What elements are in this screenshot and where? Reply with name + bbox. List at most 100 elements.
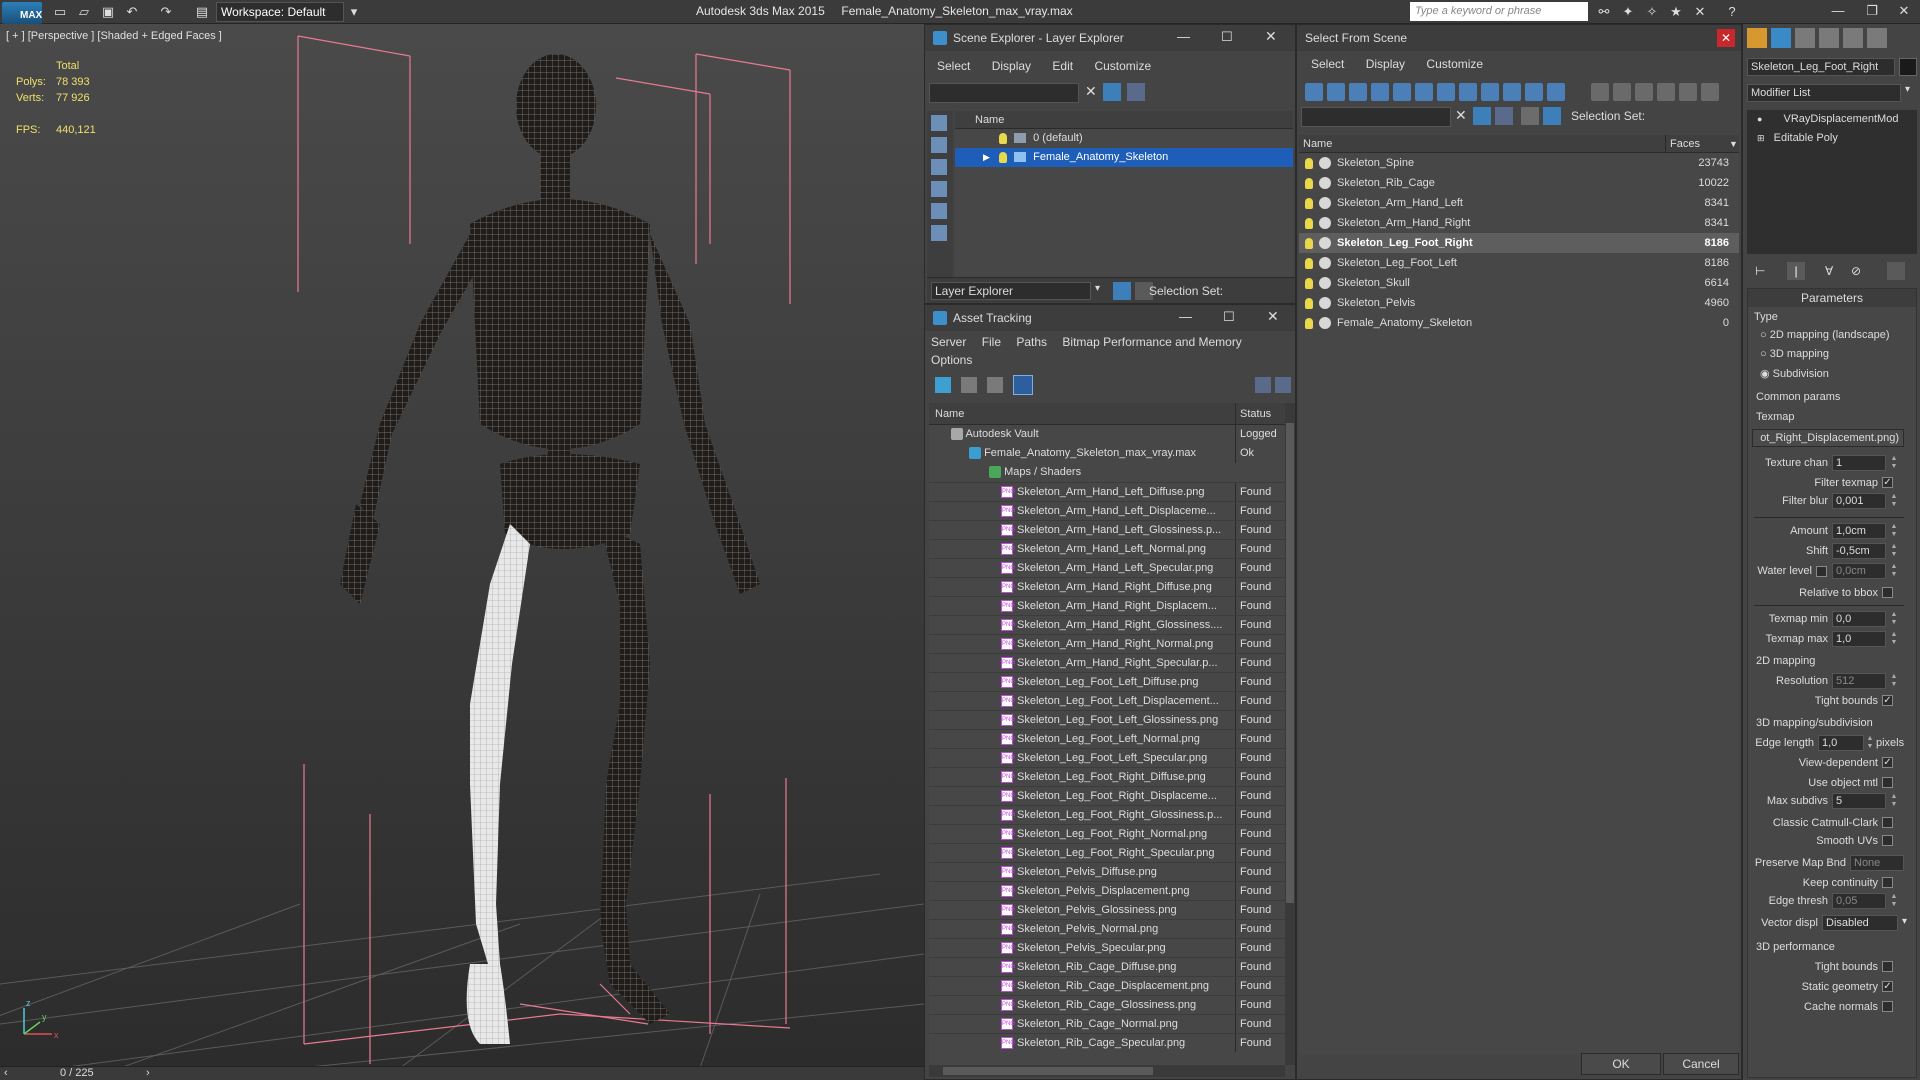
asset-row[interactable]: PNG Skeleton_Leg_Foot_Right_Specular.png F… bbox=[929, 843, 1285, 862]
light-bulb-icon[interactable] bbox=[1305, 317, 1313, 329]
menu-bitmap-performance[interactable]: Bitmap Performance and Memory bbox=[1062, 335, 1241, 349]
layer-tree-header[interactable]: Name bbox=[955, 111, 1293, 129]
display-frozen-icon[interactable] bbox=[1525, 83, 1543, 101]
chevron-down-icon[interactable]: ▾ bbox=[1095, 283, 1100, 294]
object-row[interactable]: Skeleton_Pelvis 4960 bbox=[1299, 293, 1739, 313]
display-groups-icon[interactable] bbox=[1437, 83, 1455, 101]
asset-row[interactable]: PNG Skeleton_Pelvis_Normal.png Found bbox=[929, 919, 1285, 938]
vertical-scrollbar[interactable] bbox=[1285, 403, 1295, 1065]
find-input[interactable] bbox=[929, 83, 1079, 103]
col-name-header[interactable]: Name bbox=[929, 408, 964, 420]
asset-row[interactable]: PNG Skeleton_Arm_Hand_Right_Normal.png Fou… bbox=[929, 634, 1285, 653]
spinner-icon[interactable]: ▲ ▼ bbox=[1890, 611, 1898, 627]
spinner-icon[interactable]: ▲ ▼ bbox=[1890, 631, 1898, 647]
explorer-type-dropdown[interactable]: Layer Explorer bbox=[931, 282, 1091, 300]
find-input[interactable] bbox=[1301, 107, 1451, 127]
save-icon[interactable]: ▣ bbox=[100, 4, 116, 20]
scrollbar-thumb[interactable] bbox=[1286, 423, 1294, 903]
select-all-icon[interactable] bbox=[1591, 83, 1609, 101]
object-row-selected[interactable]: Skeleton_Leg_Foot_Right 8186 bbox=[1299, 233, 1739, 253]
project-folder-icon[interactable]: ▤ bbox=[194, 4, 210, 20]
spinner-icon[interactable]: ▲ ▼ bbox=[1890, 493, 1898, 509]
light-bulb-icon[interactable] bbox=[1305, 157, 1313, 169]
close-icon[interactable]: ✕ bbox=[1717, 29, 1735, 47]
display-hidden-icon[interactable] bbox=[1547, 83, 1565, 101]
layer-row-selected[interactable]: ▶ Female_Anatomy_Skeleton bbox=[955, 148, 1293, 167]
layers-tool-icon[interactable] bbox=[1127, 83, 1145, 101]
asset-row[interactable]: PNG Skeleton_Pelvis_Displacement.png Found bbox=[929, 881, 1285, 900]
motion-tab-icon[interactable] bbox=[1819, 28, 1839, 48]
filter-icon[interactable] bbox=[1473, 107, 1491, 125]
object-row[interactable]: Skeleton_Spine 23743 bbox=[1299, 153, 1739, 173]
spinner-icon[interactable]: ▲ ▼ bbox=[1890, 893, 1898, 909]
col-status-header[interactable]: Status bbox=[1235, 403, 1271, 425]
menu-server[interactable]: Server bbox=[931, 335, 966, 349]
light-bulb-icon[interactable] bbox=[1305, 297, 1313, 309]
asset-row[interactable]: PNG Skeleton_Rib_Cage_Diffuse.png Found bbox=[929, 957, 1285, 976]
select-tool-icon[interactable] bbox=[1495, 107, 1513, 125]
subscription-icon[interactable]: ✦ bbox=[1620, 4, 1636, 20]
highlight-icon[interactable] bbox=[1275, 377, 1291, 393]
display-geometry-icon[interactable] bbox=[1305, 83, 1323, 101]
spinner-icon[interactable]: ▲ ▼ bbox=[1890, 523, 1898, 539]
asset-row[interactable]: PNG Skeleton_Rib_Cage_Glossiness.png Found bbox=[929, 995, 1285, 1014]
sort-arrow-icon[interactable]: ▼ bbox=[1729, 135, 1738, 153]
asset-row[interactable]: PNG Skeleton_Arm_Hand_Right_Displacem... F… bbox=[929, 596, 1285, 615]
spinner-icon[interactable]: ▲ ▼ bbox=[1890, 455, 1898, 471]
asset-row[interactable]: PNG Skeleton_Leg_Foot_Left_Glossiness.png… bbox=[929, 710, 1285, 729]
refresh-icon[interactable] bbox=[935, 377, 951, 393]
texture-chan-input[interactable]: 1 bbox=[1832, 455, 1886, 471]
object-name-field[interactable]: Skeleton_Leg_Foot_Right bbox=[1747, 58, 1895, 76]
pin-stack-icon[interactable]: ⊢ bbox=[1755, 264, 1765, 278]
menu-edit[interactable]: Edit bbox=[1052, 59, 1073, 73]
asset-row[interactable]: PNG Skeleton_Arm_Hand_Left_Diffuse.png Fou… bbox=[929, 482, 1285, 501]
asset-row[interactable]: PNG Skeleton_Arm_Hand_Left_Specular.png Fo… bbox=[929, 558, 1285, 577]
lights-filter-icon[interactable] bbox=[931, 225, 947, 241]
asset-row[interactable]: PNG Skeleton_Arm_Hand_Right_Diffuse.png Fo… bbox=[929, 577, 1285, 596]
light-bulb-icon[interactable] bbox=[1305, 197, 1313, 209]
layer-mode-icon[interactable] bbox=[1113, 282, 1131, 300]
close-icon[interactable]: ✕ bbox=[1892, 3, 1916, 19]
object-row[interactable]: Skeleton_Leg_Foot_Left 8186 bbox=[1299, 253, 1739, 273]
display-containers-icon[interactable] bbox=[1503, 83, 1521, 101]
hierarchy-icon[interactable] bbox=[1679, 83, 1697, 101]
object-row[interactable]: Skeleton_Rib_Cage 10022 bbox=[1299, 173, 1739, 193]
texmap-min-input[interactable]: 0,0 bbox=[1832, 611, 1886, 627]
max-subdivs-input[interactable]: 5 bbox=[1832, 793, 1886, 809]
asset-row[interactable]: PNG Skeleton_Rib_Cage_Normal.png Found bbox=[929, 1014, 1285, 1033]
menu-select[interactable]: Select bbox=[1311, 57, 1344, 71]
asset-row[interactable]: PNG Skeleton_Pelvis_Diffuse.png Found bbox=[929, 862, 1285, 881]
light-bulb-icon[interactable] bbox=[1305, 177, 1313, 189]
type-option-2d[interactable]: ○ 2D mapping (landscape) bbox=[1760, 329, 1890, 341]
select-invert-icon[interactable] bbox=[1635, 83, 1653, 101]
asset-row[interactable]: PNG Skeleton_Leg_Foot_Left_Diffuse.png Fou… bbox=[929, 672, 1285, 691]
chevron-down-icon[interactable]: ▾ bbox=[1905, 84, 1910, 95]
asset-row[interactable]: PNG Skeleton_Leg_Foot_Left_Specular.png Fo… bbox=[929, 748, 1285, 767]
undo-icon[interactable]: ↶ bbox=[124, 4, 140, 20]
help-icon[interactable] bbox=[1255, 377, 1271, 393]
table-view-icon[interactable] bbox=[1013, 375, 1033, 395]
favorites-icon[interactable]: ★ bbox=[1668, 4, 1684, 20]
asset-row[interactable]: PNG Skeleton_Pelvis_Specular.png Found bbox=[929, 938, 1285, 957]
spinner-icon[interactable]: ▲ ▼ bbox=[1890, 563, 1898, 579]
collapse-icon[interactable] bbox=[1701, 83, 1719, 101]
keep-continuity-checkbox[interactable] bbox=[1882, 877, 1893, 888]
clear-icon[interactable]: ✕ bbox=[1455, 107, 1467, 124]
amount-input[interactable]: 1,0cm bbox=[1832, 523, 1886, 539]
edge-thresh-input[interactable]: 0,05 bbox=[1832, 893, 1886, 909]
maximize-icon[interactable]: ☐ bbox=[1221, 29, 1233, 45]
clear-icon[interactable]: ✕ bbox=[1085, 83, 1097, 100]
layer-row[interactable]: 0 (default) bbox=[955, 129, 1293, 148]
resolution-input[interactable]: 512 bbox=[1832, 673, 1886, 689]
help-icon[interactable]: ? bbox=[1724, 4, 1740, 20]
use-object-mtl-checkbox[interactable] bbox=[1882, 777, 1893, 788]
object-row[interactable]: Skeleton_Arm_Hand_Right 8341 bbox=[1299, 213, 1739, 233]
cancel-button[interactable]: Cancel bbox=[1663, 1053, 1739, 1075]
shift-input[interactable]: -0,5cm bbox=[1832, 543, 1886, 559]
minimize-icon[interactable]: — bbox=[1826, 3, 1850, 18]
maps-row[interactable]: Maps / Shaders bbox=[929, 463, 1285, 482]
display-all-icon[interactable] bbox=[931, 137, 947, 153]
asset-row[interactable]: PNG Skeleton_Leg_Foot_Right_Glossiness.p.… bbox=[929, 805, 1285, 824]
object-color-swatch[interactable] bbox=[1899, 58, 1917, 76]
display-helpers-icon[interactable] bbox=[1393, 83, 1411, 101]
